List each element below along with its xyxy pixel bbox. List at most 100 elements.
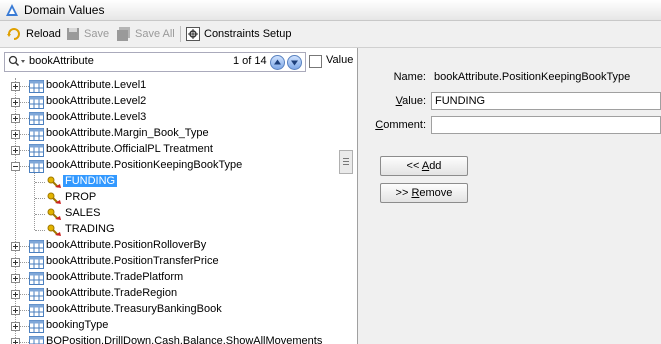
tree-item-domain[interactable]: bookAttribute.TreasuryBankingBook xyxy=(0,302,338,318)
expand-icon[interactable] xyxy=(11,98,20,107)
tree-item-label: bookAttribute.PositionTransferPrice xyxy=(46,255,219,267)
tree-item-domain[interactable]: bookAttribute.Margin_Book_Type xyxy=(0,126,338,142)
value-field[interactable]: FUNDING xyxy=(431,92,661,110)
collapse-icon[interactable] xyxy=(11,162,20,171)
tree-item-label: FUNDING xyxy=(63,175,118,187)
value-checkbox[interactable] xyxy=(309,55,322,68)
tree-item-label: bookAttribute.Level1 xyxy=(46,79,147,91)
scrollbar-thumb[interactable] xyxy=(339,150,353,174)
tree-item-domain[interactable]: BOPosition.DrillDown.Cash.Balance.ShowAl… xyxy=(0,334,338,344)
tree-connector xyxy=(20,246,29,247)
save-all-label: Save All xyxy=(135,28,175,40)
tree-item-label: PROP xyxy=(65,191,97,203)
tree-connector xyxy=(20,86,29,87)
tree-item-domain[interactable]: bookAttribute.TradePlatform xyxy=(0,270,338,286)
reload-label: Reload xyxy=(26,28,61,40)
tree-connector xyxy=(20,278,29,279)
tree-item-value[interactable]: PROP xyxy=(0,190,338,206)
tree-connector xyxy=(20,262,29,263)
save-label: Save xyxy=(84,28,110,40)
tree-item-label: bookAttribute.Level2 xyxy=(46,95,147,107)
tree-item-label: TRADING xyxy=(65,223,115,235)
toolbar: Reload Save Save All Constraints Setup xyxy=(0,21,661,48)
add-button-label: << Add xyxy=(406,160,442,172)
expand-icon[interactable] xyxy=(11,114,20,123)
tree-item-label: bookAttribute.TradePlatform xyxy=(46,271,184,283)
tree-item-domain[interactable]: bookAttribute.Level2 xyxy=(0,94,338,110)
toolbar-separator xyxy=(180,26,181,42)
expand-icon[interactable] xyxy=(11,146,20,155)
name-label: Name: xyxy=(393,71,426,83)
comment-field[interactable] xyxy=(431,116,661,134)
tree-connector xyxy=(20,150,29,151)
constraints-setup-label: Constraints Setup xyxy=(204,28,292,40)
save-all-button[interactable]: Save All xyxy=(116,25,175,43)
details-panel: Name: bookAttribute.PositionKeepingBookT… xyxy=(358,48,661,344)
tree-item-label: bookAttribute.PositionKeepingBookType xyxy=(46,159,243,171)
tree-item-label: BOPosition.DrillDown.Cash.Balance.ShowAl… xyxy=(46,335,323,344)
tree-item-label: bookAttribute.TreasuryBankingBook xyxy=(46,303,222,315)
search-icon xyxy=(8,55,25,67)
comment-label: Comment: xyxy=(375,119,426,131)
next-match-icon[interactable] xyxy=(287,55,302,70)
reload-button[interactable]: Reload xyxy=(6,25,61,43)
tree-item-value[interactable]: SALES xyxy=(0,206,338,222)
tree-connector xyxy=(35,214,45,215)
expand-icon[interactable] xyxy=(11,82,20,91)
domain-tree-panel: bookAttribute 1 of 14 Value bookAttribut… xyxy=(0,48,358,344)
tree-item-domain[interactable]: bookAttribute.TradeRegion xyxy=(0,286,338,302)
tree-item-label: bookAttribute.Level3 xyxy=(46,111,147,123)
previous-match-icon[interactable] xyxy=(270,55,285,70)
tree-connector xyxy=(20,326,29,327)
window-title: Domain Values xyxy=(24,3,105,17)
tree-item-domain[interactable]: bookAttribute.Level1 xyxy=(0,78,338,94)
tree-item-label: bookAttribute.OfficialPL Treatment xyxy=(46,143,213,155)
constraints-setup-button[interactable]: Constraints Setup xyxy=(186,25,291,43)
window-title-bar: Domain Values xyxy=(0,0,661,21)
save-button[interactable]: Save xyxy=(66,25,109,43)
expand-icon[interactable] xyxy=(11,306,20,315)
tree-item-domain[interactable]: bookAttribute.OfficialPL Treatment xyxy=(0,142,338,158)
search-input[interactable]: bookAttribute xyxy=(29,55,94,67)
tree-item-domain[interactable]: bookAttribute.PositionRolloverBy xyxy=(0,238,338,254)
tree-item-domain[interactable]: bookingType xyxy=(0,318,338,334)
name-value: bookAttribute.PositionKeepingBookType xyxy=(434,71,631,83)
tree-connector xyxy=(35,182,45,183)
gear-icon xyxy=(186,27,200,41)
tree-connector xyxy=(35,198,45,199)
search-match-count: 1 of 14 xyxy=(233,55,267,67)
save-icon xyxy=(67,28,79,40)
tree-connector xyxy=(20,102,29,103)
expand-icon[interactable] xyxy=(11,242,20,251)
tree-connector xyxy=(20,134,29,135)
add-button[interactable]: << Add xyxy=(380,156,468,176)
table-icon xyxy=(29,336,44,344)
tree-item-label: bookingType xyxy=(46,319,109,331)
remove-button[interactable]: >> Remove xyxy=(380,183,468,203)
tree-item-label: bookAttribute.PositionRolloverBy xyxy=(46,239,207,251)
reload-icon xyxy=(7,28,20,40)
expand-icon[interactable] xyxy=(11,290,20,299)
tree-connector xyxy=(20,310,29,311)
tree-item-label: bookAttribute.Margin_Book_Type xyxy=(46,127,209,139)
value-checkbox-label: Value xyxy=(326,54,354,66)
tree-item-value[interactable]: TRADING xyxy=(0,222,338,238)
remove-button-label: >> Remove xyxy=(395,187,453,199)
expand-icon[interactable] xyxy=(11,258,20,267)
expand-icon[interactable] xyxy=(11,274,20,283)
expand-icon[interactable] xyxy=(11,322,20,331)
tree-item-label: bookAttribute.TradeRegion xyxy=(46,287,178,299)
tree-connector xyxy=(20,166,29,167)
app-icon xyxy=(6,4,18,16)
save-all-icon xyxy=(117,26,130,41)
tree-item-domain[interactable]: bookAttribute.Level3 xyxy=(0,110,338,126)
expand-icon[interactable] xyxy=(11,338,20,344)
tree-item-domain[interactable]: bookAttribute.PositionKeepingBookType xyxy=(0,158,338,174)
search-box[interactable]: bookAttribute 1 of 14 xyxy=(4,52,306,72)
expand-icon[interactable] xyxy=(11,130,20,139)
domain-tree: bookAttribute.Level1 bookAttribute.Level2… xyxy=(0,78,338,344)
tree-item-domain[interactable]: bookAttribute.PositionTransferPrice xyxy=(0,254,338,270)
tree-item-value[interactable]: FUNDING xyxy=(0,174,338,190)
value-label: Value: xyxy=(395,95,426,107)
tree-item-label: SALES xyxy=(65,207,101,219)
